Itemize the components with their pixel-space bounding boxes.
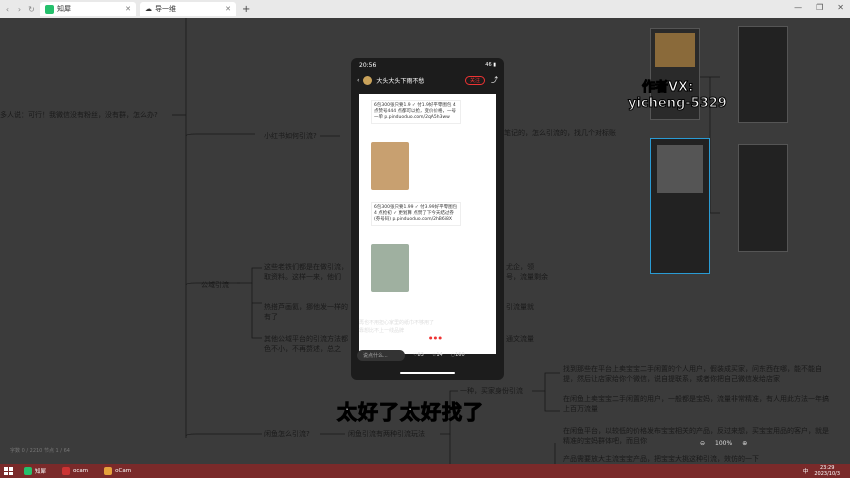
carousel-dots: ● ● ●: [429, 335, 443, 340]
phone-signal: 46 ▮: [485, 62, 496, 68]
phone-screenshot[interactable]: 20:56 46 ▮ ‹ 大头大头下雨不愁 关注 ⤴ 6包300张只要1.9 ✓…: [351, 58, 504, 380]
public-text-3r: 通文流量: [506, 335, 534, 343]
public-text-1[interactable]: 这些老铁们都是在做引流，: [264, 262, 348, 272]
phone-time: 20:56: [359, 61, 377, 69]
refresh-icon[interactable]: ↻: [27, 5, 36, 14]
zoom-in-button[interactable]: ⊕: [742, 440, 747, 447]
taskbar-app-ocam-2[interactable]: oCam: [98, 465, 137, 477]
close-tab-icon[interactable]: ✕: [125, 5, 131, 13]
avatar[interactable]: [363, 75, 373, 85]
back-icon[interactable]: ‹: [3, 5, 12, 14]
video-subtitle: 太好了太好找了: [337, 400, 484, 425]
tab-label: 导一维: [155, 5, 176, 13]
post-action-bar: 说点什么... ♡ 83 ☆ 14 ◌ 160: [351, 345, 504, 365]
word-count: 字数 0 / 2210 节点 1 / 64: [10, 448, 70, 454]
clock-date: 2023/10/3: [814, 471, 840, 477]
lang-indicator[interactable]: 中: [803, 467, 809, 475]
watermark-line-2: yicheng-5329: [628, 96, 728, 112]
close-window-button[interactable]: ✕: [837, 3, 844, 12]
collect-count: 14: [436, 352, 443, 358]
window-controls: — ❐ ✕: [794, 3, 844, 12]
public-text-1r: 尤企，领: [506, 263, 534, 271]
thumbnail-image-2[interactable]: [738, 26, 788, 123]
new-tab-button[interactable]: +: [242, 4, 250, 15]
xianyu-node[interactable]: 闲鱼怎么引流?: [264, 429, 310, 439]
browser-tab-bar: ‹ › ↻ 知犀 ✕ ☁ 导一维 ✕ + — ❐ ✕: [0, 0, 850, 18]
comment-count: 160: [455, 352, 465, 358]
like-count: 83: [417, 352, 424, 358]
maximize-button[interactable]: ❐: [816, 3, 823, 12]
tissue-box-photo-2: [371, 244, 409, 292]
forward-icon[interactable]: ›: [15, 5, 24, 14]
zoom-controls: ⊖ 100% ⊕: [700, 440, 747, 447]
buyer-text-2[interactable]: 在闲鱼上卖宝宝二手闲置的用户，一般都是宝妈，流量非常精准，有人用此方法一年搞上百…: [563, 394, 833, 414]
product-card-2: 6包300张只要1.99 ✓ 付3.99好平零图包 4 点抢初 ✓ 更划算 点赞…: [371, 202, 461, 226]
share-icon[interactable]: ⤴: [491, 75, 498, 85]
taskbar-app-label: oCam: [115, 468, 132, 474]
public-text-2b: 有了: [264, 313, 278, 321]
home-indicator: [400, 372, 455, 374]
public-text-1b: 取资料。这样一来，他们: [264, 273, 341, 281]
app-icon: [24, 467, 32, 475]
taskbar-app-zhixi[interactable]: 知犀: [18, 465, 52, 477]
product-card-1: 6包300张只要1.9 ✓ 付1.9好平零图包 4 点赞号444 点都可以抢，变…: [371, 100, 461, 124]
app-logo-icon: [45, 4, 54, 14]
thumbnail-image-4[interactable]: [738, 144, 788, 252]
post-body-line-1: 再也不用担心家里的纸巾不够用了: [359, 320, 435, 326]
xianyu-mid-node[interactable]: 闲鱼引流有两种引流玩法: [348, 429, 425, 439]
system-tray: 中 23:29 2023/10/3: [803, 465, 850, 477]
xhs-answer-node[interactable]: 笔记的，怎么引流的，找几个对标账: [504, 128, 616, 138]
cloud-icon: ☁: [145, 5, 152, 13]
public-node[interactable]: 公域引流: [201, 280, 229, 290]
folder-icon: [104, 467, 113, 475]
author-name[interactable]: 大头大头下雨不愁: [376, 76, 424, 85]
buyer-text-1[interactable]: 找到那些在平台上卖宝宝二手闲置的个人用户，假装成买家，问东西在哪，能不能自提，然…: [563, 364, 833, 384]
start-button[interactable]: [2, 465, 14, 477]
tab-label: 知犀: [57, 5, 71, 13]
screenshot-photo: [657, 145, 703, 193]
thumbnail-image-3-selected[interactable]: [650, 138, 710, 274]
buyer-node[interactable]: 一种，买家身份引流: [460, 386, 523, 396]
taskbar-app-label: 知犀: [35, 469, 47, 475]
tab-map[interactable]: ☁ 导一维 ✕: [140, 2, 236, 16]
windows-taskbar: 知犀 ocam oCam 中 23:29 2023/10/3: [0, 464, 850, 478]
phone-status-bar: 20:56 46 ▮: [351, 58, 504, 72]
seller-text-1[interactable]: 在闲鱼平台，以较低的价格发布宝宝相关的产品，反过来想，买宝宝用品的客户，就是精准…: [563, 426, 833, 446]
follow-button[interactable]: 关注: [464, 75, 485, 85]
back-arrow-icon[interactable]: ‹: [357, 77, 359, 84]
xhs-node[interactable]: 小红书如何引流?: [264, 131, 317, 141]
comment-input[interactable]: 说点什么...: [357, 349, 405, 361]
food-photo: [655, 33, 695, 67]
minimize-button[interactable]: —: [794, 3, 802, 12]
taskbar-app-ocam[interactable]: ocam: [56, 465, 94, 477]
public-text-3[interactable]: 其他公域平台的引流方法都: [264, 334, 348, 344]
watermark-line-1: 作者VX:: [641, 80, 694, 96]
post-body-line-2: 靠想比不上一线品牌: [359, 328, 405, 334]
public-text-1r2: 号，流量剩余: [506, 273, 548, 281]
tissue-box-photo-1: [371, 142, 409, 190]
clock[interactable]: 23:29 2023/10/3: [814, 465, 840, 477]
close-tab-icon[interactable]: ✕: [225, 5, 231, 13]
post-title: 发现一个宝藏抽纸群: [359, 308, 418, 316]
zoom-out-button[interactable]: ⊖: [700, 440, 705, 447]
tab-zhixi[interactable]: 知犀 ✕: [40, 2, 136, 16]
zoom-level: 100%: [715, 440, 733, 447]
taskbar-app-label: ocam: [73, 468, 89, 474]
public-text-3b: 色不小，不再赘述，总之: [264, 345, 341, 353]
app-icon: [62, 467, 71, 475]
root-node[interactable]: 多人说：可行！我微信没有粉丝，没有群，怎么办?: [0, 110, 158, 120]
public-text-2r: 引流量就: [506, 303, 534, 311]
public-text-2[interactable]: 热搭芦画氦，挪他发一样的: [264, 302, 348, 312]
post-header: ‹ 大头大头下雨不愁 关注 ⤴: [351, 72, 504, 88]
seller-text-2[interactable]: 产品需要放大主流宝宝产品，把宝宝大挑这种引流，效仿的一下: [563, 454, 833, 464]
post-body: 再也不用担心家里的纸巾不够用了 靠想比不上一线品牌: [359, 319, 499, 335]
